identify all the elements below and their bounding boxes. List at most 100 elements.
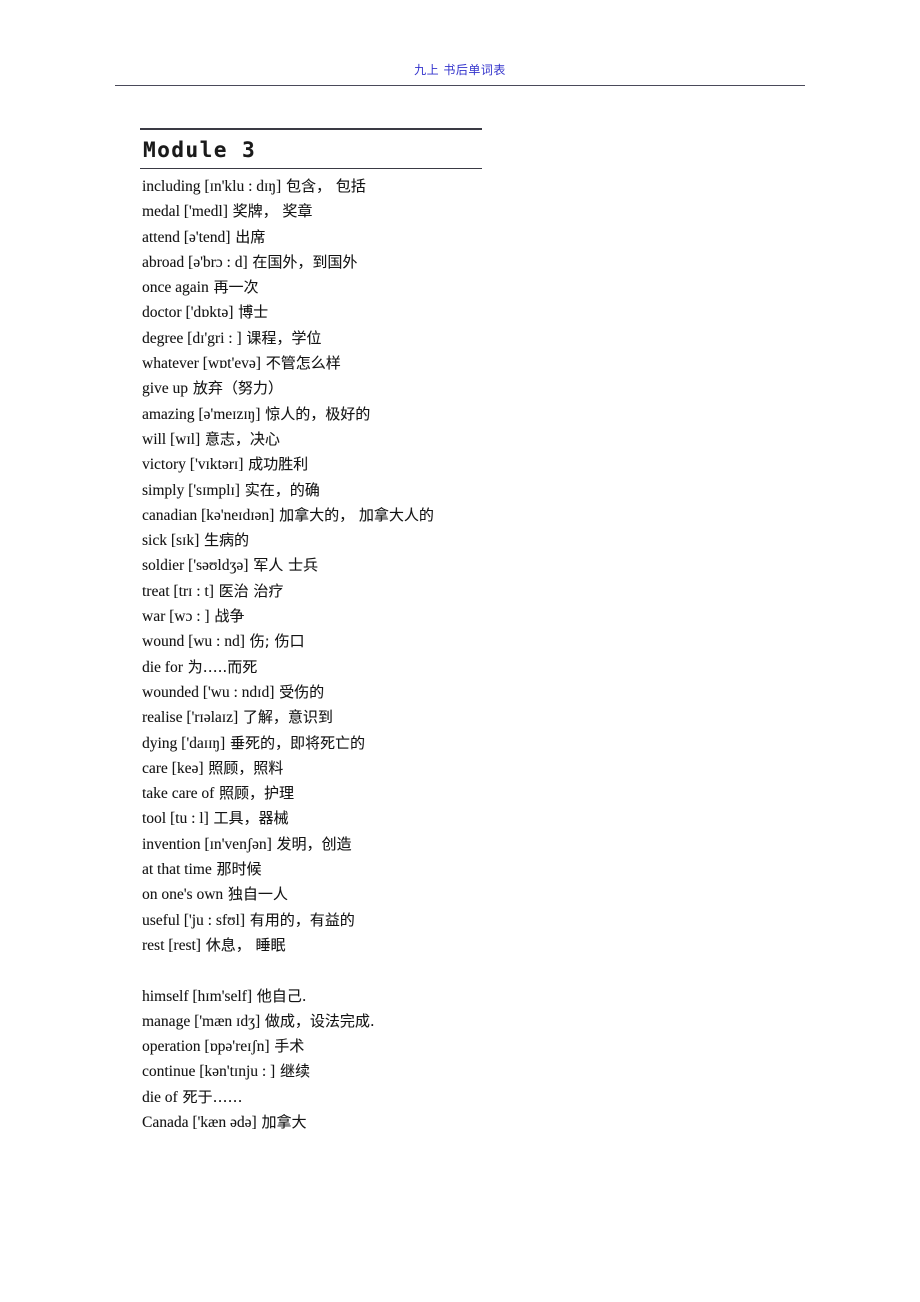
entry-term: sick [sɪk] <box>142 532 200 550</box>
entry-term: operation [ɒpə'reɪʃn] <box>142 1038 270 1056</box>
entry-translation: 意志，决心 <box>200 429 280 448</box>
entry-term: dying ['daɪɪŋ] <box>142 734 226 752</box>
entry-translation: 有用的，有益的 <box>245 910 355 929</box>
module-rule-bottom <box>140 168 482 169</box>
entry-translation: 包含， 包括 <box>281 177 366 195</box>
entry-translation: 为…..而死 <box>182 657 258 676</box>
entry-term: will [wɪl] <box>142 430 201 448</box>
entry-term: continue [kən'tɪnju : ] <box>142 1063 276 1081</box>
entry-term: die for <box>142 658 183 676</box>
entry-term: medal ['medl] <box>142 203 228 221</box>
module-title: Module 3 <box>143 138 257 162</box>
document-page: 九上 书后单词表 Module 3 including [ɪn'klu : dɪ… <box>0 0 920 1302</box>
entry-term: amazing [ə'meɪzɪŋ] <box>142 405 261 423</box>
entry-translation: 成功胜利 <box>243 455 309 474</box>
vocabulary-entry: war [wɔ : ] 战争 <box>142 604 842 629</box>
entry-translation: 不管怎么样 <box>260 354 341 373</box>
vocabulary-entry: simply ['sɪmplɪ] 实在，的确 <box>142 478 842 503</box>
vocabulary-entry: once again 再一次 <box>142 275 842 300</box>
entry-translation: 课程，学位 <box>241 328 322 347</box>
entry-translation: 垂死的，即将死亡的 <box>225 733 365 752</box>
entry-translation: 奖牌， 奖章 <box>227 202 313 221</box>
vocabulary-entry: give up 放弃（努力） <box>142 376 842 401</box>
entry-term: take care of <box>142 785 215 803</box>
entry-translation: 博士 <box>233 303 269 322</box>
entry-translation: 休息， 睡眠 <box>200 935 286 954</box>
entry-translation: 战争 <box>209 607 245 626</box>
entry-translation: 他自己. <box>251 986 307 1005</box>
entry-translation: 医治 治疗 <box>213 581 284 600</box>
entry-term: Canada ['kæn ədə] <box>142 1113 257 1131</box>
entry-term: once again <box>142 279 209 297</box>
entry-translation: 加拿大的， 加拿大人的 <box>274 505 434 524</box>
vocabulary-entry: amazing [ə'meɪzɪŋ] 惊人的，极好的 <box>142 402 842 427</box>
entry-translation: 生病的 <box>199 531 250 550</box>
vocabulary-entry: whatever [wɒt'evə] 不管怎么样 <box>142 351 842 376</box>
vocabulary-entry: care [keə] 照顾，照料 <box>142 756 842 781</box>
entry-term: soldier ['səʊldʒə] <box>142 557 249 575</box>
vocabulary-entry: medal ['medl] 奖牌， 奖章 <box>142 199 842 224</box>
entry-term: on one's own <box>142 886 224 904</box>
entry-translation: 继续 <box>275 1062 310 1081</box>
vocabulary-entry: doctor ['dɒktə] 博士 <box>142 300 842 325</box>
entry-term: treat [trɪ : t] <box>142 582 214 600</box>
entry-term: useful ['ju : sfʊl] <box>142 911 245 929</box>
entry-term: at that time <box>142 861 212 879</box>
entry-translation: 发明，创造 <box>271 834 352 853</box>
vocabulary-entry: including [ɪn'klu : dɪŋ] 包含， 包括 <box>142 174 842 199</box>
entry-translation: 独自一人 <box>223 885 288 904</box>
entry-term: abroad [ə'brɔ : d] <box>142 253 248 271</box>
running-header: 九上 书后单词表 <box>115 62 805 78</box>
vocabulary-entry: manage ['mæn ɪdʒ] 做成，设法完成. <box>142 1009 842 1034</box>
entry-term: degree [dɪ'gri : ] <box>142 329 242 347</box>
vocabulary-entry: at that time 那时候 <box>142 857 842 882</box>
entry-term: tool [tu : l] <box>142 810 209 828</box>
vocabulary-entry: wounded ['wu : ndɪd] 受伤的 <box>142 680 842 705</box>
vocabulary-entry: take care of 照顾，护理 <box>142 781 842 806</box>
entry-translation: 加拿大 <box>256 1112 307 1131</box>
entry-term: wounded ['wu : ndɪd] <box>142 683 275 701</box>
entry-translation: 做成，设法完成. <box>260 1011 375 1030</box>
entry-term: rest [rest] <box>142 936 201 954</box>
entry-translation: 再一次 <box>208 278 259 297</box>
vocabulary-entry: continue [kən'tɪnju : ] 继续 <box>142 1059 842 1084</box>
entry-translation: 在国外，到国外 <box>247 252 358 271</box>
entry-translation: 出席 <box>230 227 266 246</box>
vocabulary-entry: canadian [kə'neɪdɪən] 加拿大的， 加拿大人的 <box>142 503 842 528</box>
entry-translation: 手术 <box>269 1037 305 1056</box>
entry-term: care [keə] <box>142 759 204 777</box>
entry-term: wound [wu : nd] <box>142 633 245 651</box>
entry-translation: 了解，意识到 <box>238 708 333 727</box>
entry-translation: 伤; 伤口 <box>244 632 305 651</box>
vocabulary-entry: invention [ɪn'venʃən] 发明，创造 <box>142 832 842 857</box>
entry-translation: 死于…… <box>177 1087 243 1106</box>
vocabulary-entry: will [wɪl] 意志，决心 <box>142 427 842 452</box>
vocabulary-entry: treat [trɪ : t] 医治 治疗 <box>142 579 842 604</box>
entry-term: war [wɔ : ] <box>142 608 210 626</box>
vocabulary-entry: Canada ['kæn ədə] 加拿大 <box>142 1110 842 1135</box>
vocabulary-entry: die for 为…..而死 <box>142 655 842 680</box>
vocabulary-entry: operation [ɒpə'reɪʃn] 手术 <box>142 1034 842 1059</box>
vocabulary-entry: dying ['daɪɪŋ] 垂死的，即将死亡的 <box>142 731 842 756</box>
module-heading-block: Module 3 <box>140 128 482 169</box>
vocabulary-entry: soldier ['səʊldʒə] 军人 士兵 <box>142 553 842 578</box>
entry-term: victory ['vɪktərɪ] <box>142 456 244 474</box>
entry-translation: 实在，的确 <box>239 480 320 499</box>
entry-translation: 照顾，护理 <box>214 784 295 803</box>
entry-term: attend [ə'tend] <box>142 228 231 246</box>
entry-term: doctor ['dɒktə] <box>142 304 234 322</box>
vocabulary-entry: wound [wu : nd] 伤; 伤口 <box>142 629 842 654</box>
vocabulary-entry: tool [tu : l] 工具，器械 <box>142 806 842 831</box>
vocabulary-entry: useful ['ju : sfʊl] 有用的，有益的 <box>142 908 842 933</box>
entry-translation: 照顾，照料 <box>203 758 284 777</box>
vocabulary-list: including [ɪn'klu : dɪŋ] 包含， 包括 medal ['m… <box>142 174 842 1135</box>
entry-term: invention [ɪn'venʃən] <box>142 835 272 853</box>
entry-translation: 那时候 <box>211 860 262 879</box>
entry-translation: 惊人的，极好的 <box>260 404 371 423</box>
entry-translation: 放弃（努力） <box>188 379 283 398</box>
entry-term: die of <box>142 1088 178 1106</box>
vocabulary-entry: sick [sɪk] 生病的 <box>142 528 842 553</box>
entry-term: including [ɪn'klu : dɪŋ] <box>142 178 282 195</box>
entry-term: canadian [kə'neɪdɪən] <box>142 506 275 524</box>
